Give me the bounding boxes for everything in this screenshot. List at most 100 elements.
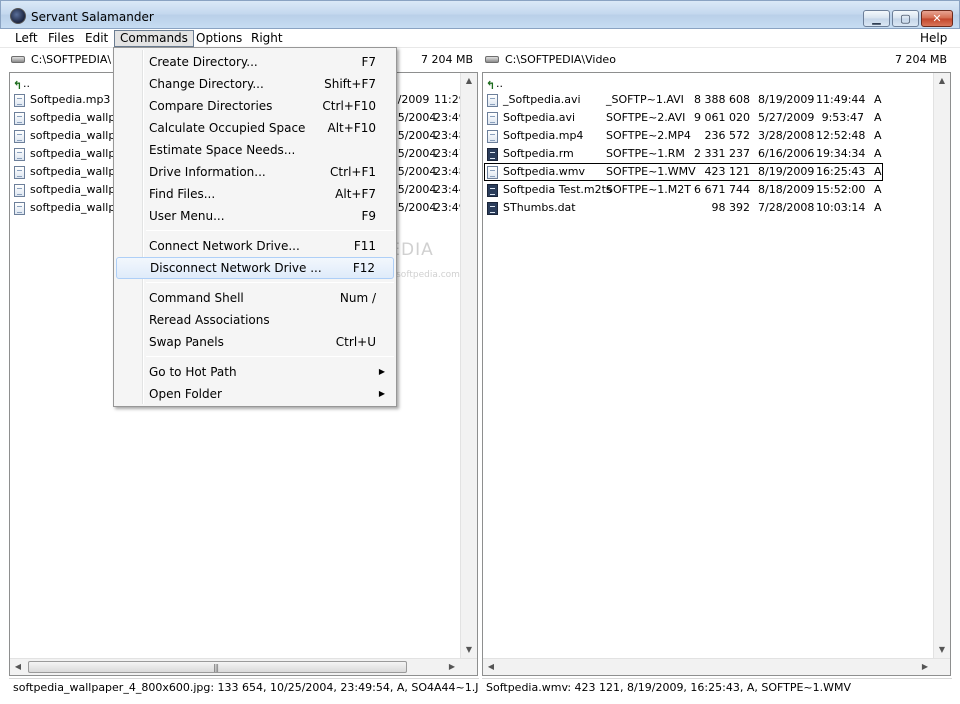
left-free-space: 7 204 MB — [420, 53, 473, 66]
list-item[interactable]: SThumbs.dat 98 392 7/28/2008 10:03:14 A — [484, 199, 924, 217]
menu-item-drive-information[interactable]: Drive Information... Ctrl+F1 — [116, 161, 394, 183]
close-icon: ✕ — [932, 12, 942, 25]
menu-item-user-menu[interactable]: User Menu... F9 — [116, 205, 394, 227]
menu-item-command-shell[interactable]: Command Shell Num / — [116, 287, 394, 309]
menu-item-calculate-occupied-space[interactable]: Calculate Occupied Space Alt+F10 — [116, 117, 394, 139]
file-size: 423 121 — [704, 165, 751, 178]
file-icon — [14, 94, 25, 107]
menu-bar: Left Files Edit Commands Options Right H… — [0, 29, 960, 48]
file-size: 8 388 608 — [694, 93, 750, 106]
file-attr: A — [874, 129, 882, 142]
scroll-right-icon[interactable]: ▶ — [917, 659, 933, 675]
menu-item-go-to-hot-path[interactable]: Go to Hot Path ▶ — [116, 361, 394, 383]
list-item-selected[interactable]: Softpedia.wmv SOFTPE~1.WMV 423 121 8/19/… — [484, 163, 883, 181]
scrollbar-thumb[interactable]: ||| — [28, 661, 407, 673]
file-name: _Softpedia.avi — [503, 93, 581, 106]
menu-item-create-directory[interactable]: Create Directory... F7 — [116, 51, 394, 73]
scroll-right-icon[interactable]: ▶ — [444, 659, 460, 675]
file-icon — [487, 166, 498, 179]
minimize-icon: ▁ — [872, 12, 881, 25]
drive-icon[interactable] — [11, 56, 25, 63]
menu-item-shortcut: F11 — [353, 239, 376, 253]
media-file-icon — [487, 202, 498, 215]
menu-item-swap-panels[interactable]: Swap Panels Ctrl+U — [116, 331, 394, 353]
right-vertical-scrollbar[interactable]: ▲ ▼ — [933, 73, 950, 658]
title-bar: Servant Salamander ▁ ▢ ✕ — [0, 0, 960, 29]
menu-separator — [146, 356, 394, 357]
menu-item-label: Estimate Space Needs... — [149, 143, 296, 157]
menu-help[interactable]: Help — [915, 30, 952, 47]
file-dos-name: SOFTPE~2.AVI — [606, 111, 686, 124]
menu-item-shortcut: Alt+F7 — [335, 187, 376, 201]
list-item[interactable]: Softpedia.rm SOFTPE~1.RM 2 331 237 6/16/… — [484, 145, 924, 163]
scroll-left-icon[interactable]: ◀ — [483, 659, 499, 675]
scroll-left-icon[interactable]: ◀ — [10, 659, 26, 675]
menu-right[interactable]: Right — [246, 30, 288, 47]
menu-item-label: Compare Directories — [149, 99, 273, 113]
scroll-down-icon[interactable]: ▼ — [934, 642, 950, 658]
media-file-icon — [487, 184, 498, 197]
menu-item-label: Calculate Occupied Space — [149, 121, 306, 135]
list-item[interactable]: Softpedia Test.m2ts SOFTPE~1.M2T 6 671 7… — [484, 181, 924, 199]
menu-item-open-folder[interactable]: Open Folder ▶ — [116, 383, 394, 405]
menu-files[interactable]: Files — [43, 30, 79, 47]
menu-item-connect-network-drive[interactable]: Connect Network Drive... F11 — [116, 235, 394, 257]
right-file-panel[interactable]: ↰ .. _Softpedia.avi _SOFTP~1.AVI 8 388 6… — [482, 72, 951, 676]
menu-item-reread-associations[interactable]: Reread Associations — [116, 309, 394, 331]
media-file-icon — [487, 148, 498, 161]
menu-left[interactable]: Left — [10, 30, 43, 47]
left-horizontal-scrollbar[interactable]: ◀ ||| ▶ — [10, 658, 477, 675]
menu-item-label: Disconnect Network Drive ... — [150, 261, 322, 275]
left-vertical-scrollbar[interactable]: ▲ ▼ — [460, 73, 477, 658]
menu-item-compare-directories[interactable]: Compare Directories Ctrl+F10 — [116, 95, 394, 117]
file-attr: A — [874, 147, 882, 160]
right-path-bar[interactable]: C:\SOFTPEDIA\Video 7 204 MB — [483, 50, 953, 69]
file-date: 8/19/2009 — [758, 93, 815, 106]
menu-item-label: Command Shell — [149, 291, 244, 305]
file-icon — [487, 130, 498, 143]
file-size: 98 392 — [711, 201, 751, 214]
menu-item-label: User Menu... — [149, 209, 225, 223]
list-item[interactable]: Softpedia.mp4 SOFTPE~2.MP4 236 572 3/28/… — [484, 127, 924, 145]
file-time: 16:25:43 — [816, 165, 866, 178]
menu-item-change-directory[interactable]: Change Directory... Shift+F7 — [116, 73, 394, 95]
scroll-up-icon[interactable]: ▲ — [934, 73, 950, 89]
maximize-button[interactable]: ▢ — [892, 10, 919, 27]
close-button[interactable]: ✕ — [921, 10, 953, 27]
menu-item-shortcut: Ctrl+U — [335, 335, 376, 349]
menu-item-shortcut: Alt+F10 — [327, 121, 376, 135]
file-name: Softpedia.avi — [503, 111, 576, 124]
file-attr: A — [874, 165, 882, 178]
menu-item-label: Open Folder — [149, 387, 222, 401]
file-time: 11:49:44 — [816, 93, 866, 106]
scroll-down-icon[interactable]: ▼ — [461, 642, 477, 658]
menu-item-disconnect-network-drive[interactable]: Disconnect Network Drive ... F12 — [116, 257, 394, 279]
scroll-up-icon[interactable]: ▲ — [461, 73, 477, 89]
file-icon — [487, 112, 498, 125]
commands-dropdown-menu: Create Directory... F7 Change Directory.… — [113, 47, 397, 407]
menu-item-shortcut: F12 — [352, 261, 375, 275]
right-horizontal-scrollbar[interactable]: ◀ ▶ — [483, 658, 950, 675]
file-dos-name: _SOFTP~1.AVI — [606, 93, 684, 106]
file-time: 15:52:00 — [816, 183, 866, 196]
file-icon — [14, 148, 25, 161]
file-icon — [14, 130, 25, 143]
list-item[interactable]: _Softpedia.avi _SOFTP~1.AVI 8 388 608 8/… — [484, 91, 924, 109]
menu-item-shortcut: Num / — [339, 291, 376, 305]
menu-item-estimate-space-needs[interactable]: Estimate Space Needs... — [116, 139, 394, 161]
submenu-arrow-icon: ▶ — [378, 367, 385, 376]
file-time: 10:03:14 — [816, 201, 866, 214]
menu-edit[interactable]: Edit — [80, 30, 113, 47]
menu-item-shortcut: Ctrl+F1 — [330, 165, 376, 179]
file-time: 12:52:48 — [816, 129, 866, 142]
list-item[interactable]: Softpedia.avi SOFTPE~2.AVI 9 061 020 5/2… — [484, 109, 924, 127]
drive-icon[interactable] — [485, 56, 499, 63]
menu-options[interactable]: Options — [191, 30, 247, 47]
menu-item-find-files[interactable]: Find Files... Alt+F7 — [116, 183, 394, 205]
right-free-space: 7 204 MB — [894, 53, 947, 66]
file-name: Softpedia.mp4 — [503, 129, 584, 142]
window-title: Servant Salamander — [31, 10, 154, 24]
menu-commands[interactable]: Commands — [114, 30, 194, 47]
minimize-button[interactable]: ▁ — [863, 10, 890, 27]
file-attr: A — [874, 93, 882, 106]
